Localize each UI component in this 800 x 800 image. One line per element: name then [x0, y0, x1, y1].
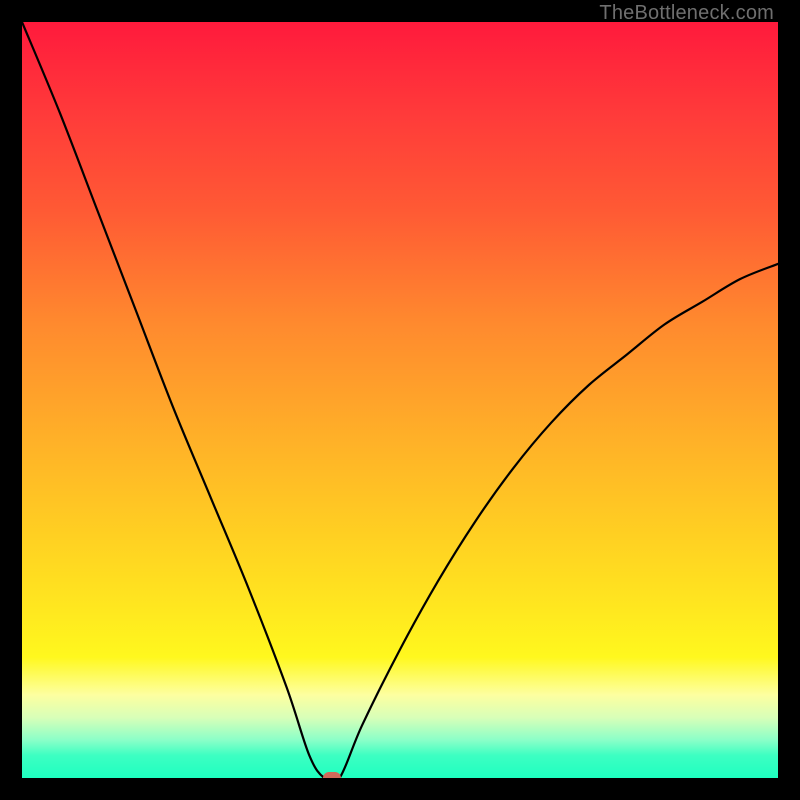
chart-frame: TheBottleneck.com [0, 0, 800, 800]
bottleneck-curve [22, 22, 778, 778]
gradient-plot-area [22, 22, 778, 778]
